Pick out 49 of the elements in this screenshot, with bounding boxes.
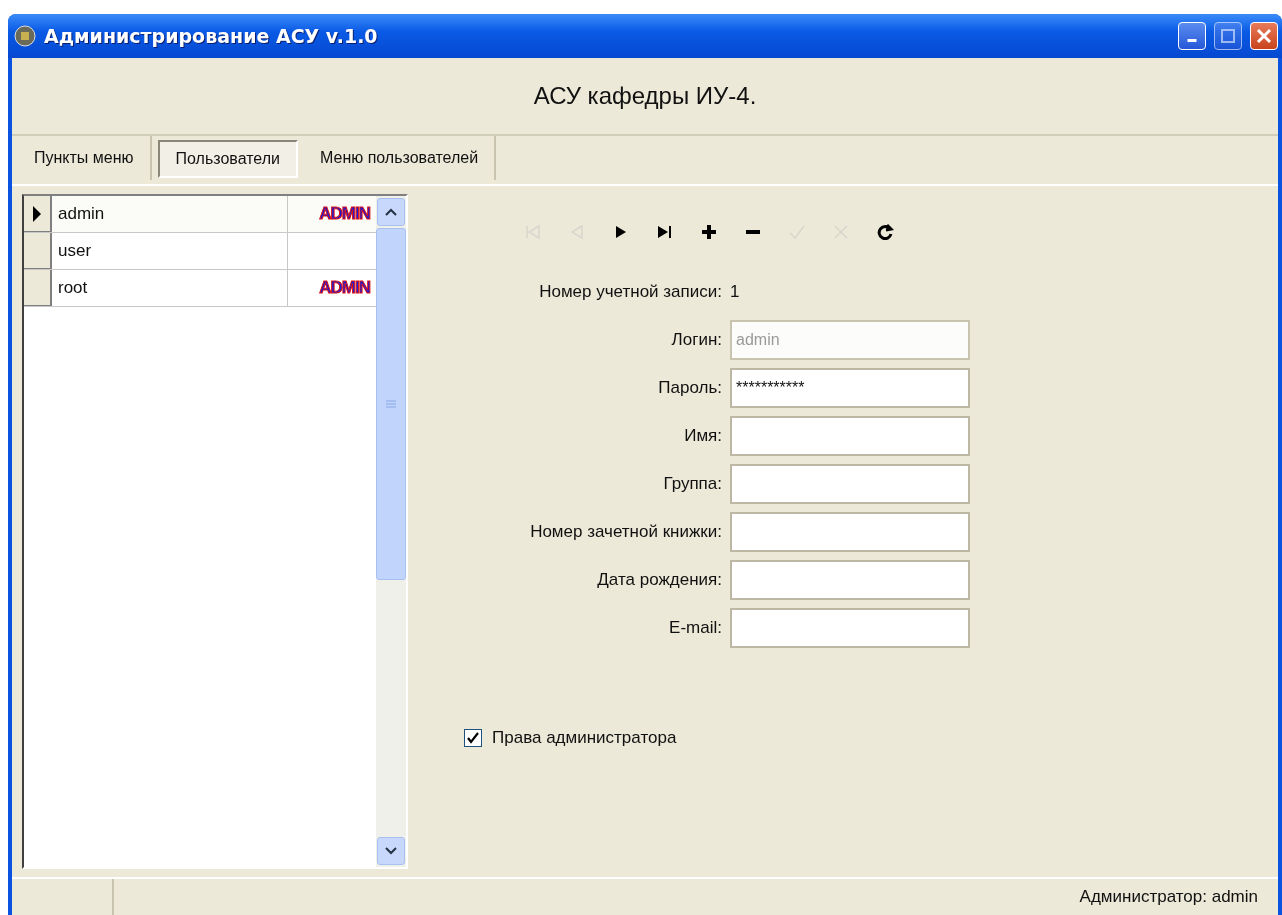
field-label: Пароль: [657,378,722,398]
table-cell-text: ADMIN [318,277,371,299]
tab[interactable]: Меню пользователей [303,136,497,180]
scrollbar[interactable] [376,196,406,867]
input-field[interactable] [730,416,970,456]
app-header: АСУ кафедры ИУ-4. [532,81,758,111]
grip-icon [386,400,396,408]
row-indicator[interactable] [24,196,52,232]
field-label: Логин: [670,330,722,350]
window-title: Администрирование АСУ v.1.0 [44,25,379,47]
refresh-icon [876,223,894,241]
minimize-button[interactable] [1178,22,1206,50]
scroll-up-button[interactable] [377,198,405,226]
field-label: Группа: [662,474,722,494]
field-label: Дата рождения: [596,570,722,590]
scroll-down-button[interactable] [377,837,405,865]
table-cell-text: ADMIN [318,203,371,225]
field-label: E-mail: [668,618,722,638]
tab[interactable]: Пункты меню [18,136,152,180]
insert-icon [700,223,718,241]
delete-icon [744,230,762,234]
table-cell: admin [52,196,288,232]
maximize-button[interactable] [1214,22,1242,50]
pointer-icon [32,204,42,223]
field-label: Номер учетной записи: [538,282,722,302]
minimize-icon [1187,38,1197,42]
caret-up-icon [385,208,397,216]
input-field[interactable] [730,464,970,504]
checkmark-icon [467,732,479,744]
close-button[interactable] [1250,22,1278,50]
record-number: 1 [730,282,741,302]
input-field[interactable]: *********** [730,368,970,408]
input-field[interactable] [730,512,970,552]
emblem-icon [14,25,36,47]
caret-down-icon [385,847,397,855]
scroll-thumb[interactable] [376,228,406,580]
tab[interactable]: Пользователи [157,140,298,178]
table-cell: user [52,233,288,269]
last-icon [656,223,674,241]
table-cell: root [52,270,288,306]
status-text: Администратор: admin [1078,886,1259,908]
checkbox[interactable] [464,729,482,747]
field-label: Имя: [683,426,722,446]
input-field[interactable] [730,608,970,648]
close-icon [1256,28,1272,44]
input-field[interactable] [730,560,970,600]
checkbox-label: Права администратора [492,728,677,748]
field-label: Номер зачетной книжки: [529,522,722,542]
maximize-icon [1220,28,1236,44]
